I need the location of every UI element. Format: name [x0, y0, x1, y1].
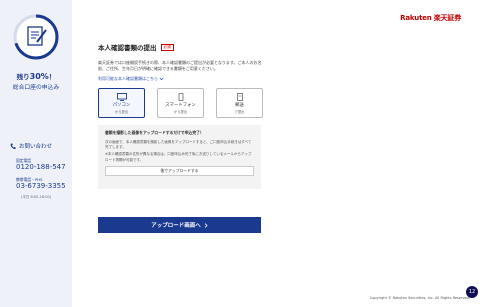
page-badge[interactable]: 12 [466, 286, 478, 298]
page-title: 本人確認書類の提出 [98, 44, 157, 52]
info-note: ※本人確認書類の住所が異なる場合は、口座申込み完了後にお送りしているメールからア… [105, 152, 252, 162]
mobile-phone-number[interactable]: 03-6739-3355 [16, 182, 66, 190]
method-sub: から提出 [173, 109, 188, 114]
upload-screen-button[interactable]: アップロード画面へ [98, 217, 261, 233]
method-label: 郵送 [235, 102, 244, 108]
method-card-pc[interactable]: パソコン から提出 [98, 88, 145, 118]
phone-icon [10, 143, 16, 149]
info-text: 次の画面で、本人確認書類を撮影した画像をアップロードすると、ご口座申込手続きはす… [105, 140, 252, 150]
documents-link[interactable]: 利用可能な本人確認書類はこちら [98, 76, 263, 82]
method-sub: から提出 [114, 109, 129, 114]
info-heading: 書類を撮影した画像をアップロードするだけで申込完了！ [105, 130, 204, 135]
method-label: パソコン [112, 102, 131, 108]
sidebar: 残り30%！ 総合口座の申込み お問い合わせ 固定電話 0120-188-547… [0, 0, 72, 307]
monitor-icon [116, 92, 127, 101]
progress-subtitle: 総合口座の申込み [12, 85, 60, 91]
mail-icon [236, 92, 243, 101]
method-sub: で提出 [234, 109, 245, 114]
contact-link[interactable]: お問い合わせ [10, 142, 52, 150]
method-card-smartphone[interactable]: スマートフォン から提出 [157, 88, 204, 118]
method-card-mail[interactable]: 郵送 で提出 [216, 88, 263, 118]
progress-ring [13, 14, 59, 60]
method-label: スマートフォン [165, 102, 196, 108]
submission-methods: パソコン から提出 スマートフォン から提出 郵送 で提出 [98, 88, 263, 118]
chevron-down-icon [159, 77, 164, 81]
info-panel: 書類を撮影した画像をアップロードするだけで申込完了！ 次の画面で、本人確認書類を… [98, 125, 261, 189]
rakuten-logo[interactable]: Rakuten 楽天証券 [400, 13, 461, 23]
title-row: 本人確認書類の提出 必須 [98, 42, 263, 52]
description: 楽天証券では口座開設手続きの際、本人確認書類のご提出が必要となります。ご本人のお… [98, 60, 262, 71]
support-hours: (平日 8:00-18:00) [21, 195, 52, 199]
upload-later-button[interactable]: 後でアップロードする [105, 165, 254, 176]
main-content: 本人確認書類の提出 必須 楽天証券では口座開設手続きの際、本人確認書類のご提出が… [98, 42, 263, 189]
smartphone-icon [178, 92, 183, 101]
required-badge: 必須 [160, 43, 174, 51]
copyright: Copyright © Rakuten Securities, Inc. All… [369, 296, 470, 300]
fixed-phone-number[interactable]: 0120-188-547 [16, 163, 66, 171]
chevron-right-icon [204, 222, 208, 228]
progress-remaining: 残り30%！ [16, 72, 56, 81]
